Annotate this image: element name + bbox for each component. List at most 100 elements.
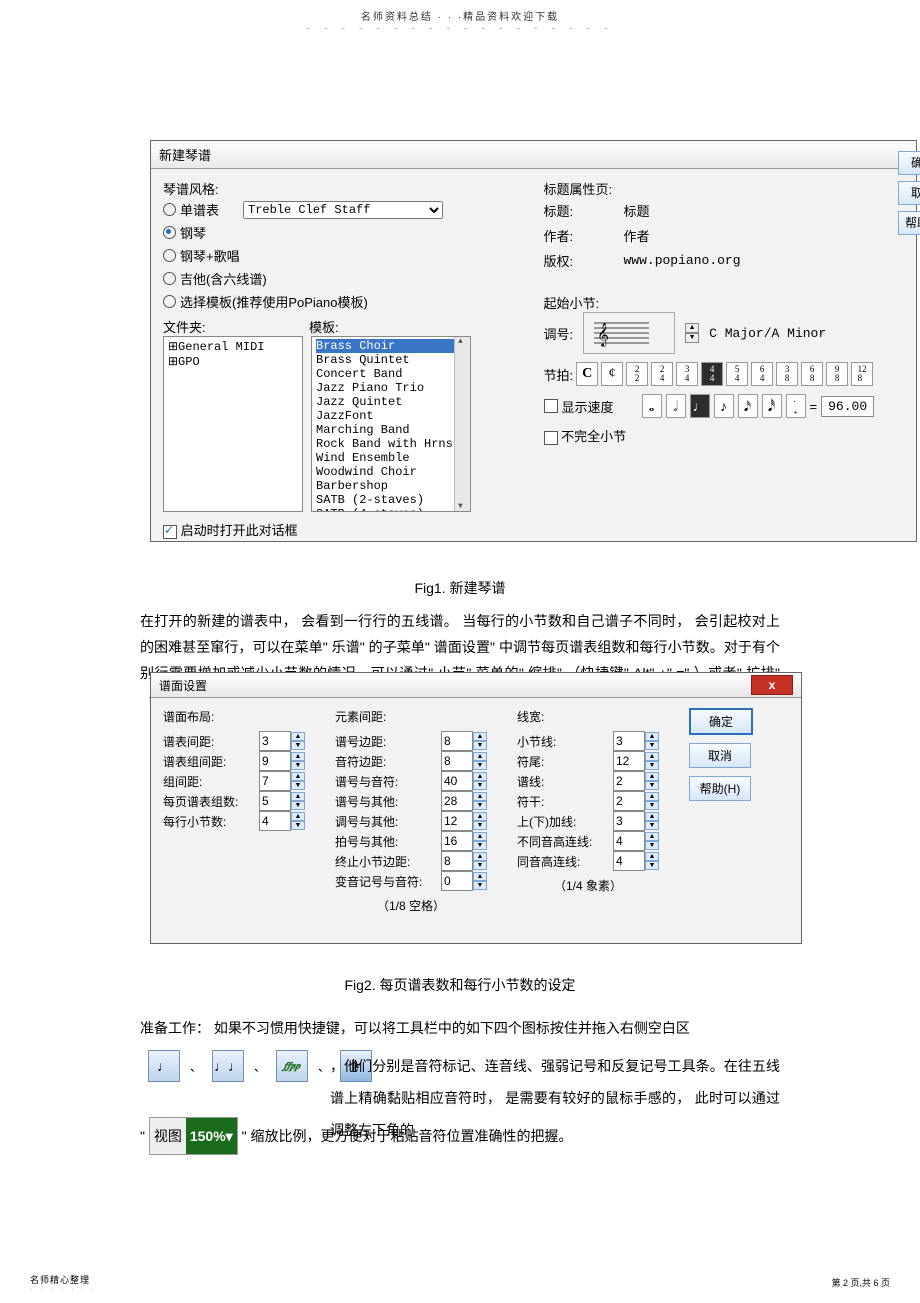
- up-icon[interactable]: ▲: [473, 852, 487, 861]
- down-icon[interactable]: ▼: [645, 861, 659, 870]
- up-icon[interactable]: ▲: [473, 752, 487, 761]
- down-icon[interactable]: ▼: [291, 801, 305, 810]
- up-icon[interactable]: ▲: [473, 872, 487, 881]
- spinner-input[interactable]: [613, 731, 645, 751]
- note-dot-icon[interactable]: ·₊: [786, 394, 806, 418]
- note-16th-icon[interactable]: 𝅘𝅥𝅯: [738, 394, 758, 418]
- down-icon[interactable]: ▼: [473, 781, 487, 790]
- slur-icon[interactable]: ♩♩: [212, 1050, 244, 1082]
- spinner[interactable]: ▲▼: [441, 731, 487, 751]
- down-icon[interactable]: ▼: [645, 781, 659, 790]
- help-button[interactable]: 帮助: [898, 211, 920, 235]
- folder-list[interactable]: ⊞General MIDI ⊞GPO: [163, 336, 303, 512]
- spinner-input[interactable]: [441, 831, 473, 851]
- spinner[interactable]: ▲▼: [259, 791, 305, 811]
- spinner[interactable]: ▲▼: [441, 791, 487, 811]
- tempo-value[interactable]: 96.00: [821, 396, 874, 417]
- pickup-checkbox[interactable]: [544, 431, 558, 445]
- up-icon[interactable]: ▲: [473, 792, 487, 801]
- spinner[interactable]: ▲▼: [259, 811, 305, 831]
- spinner[interactable]: ▲▼: [613, 791, 659, 811]
- up-icon[interactable]: ▲: [291, 732, 305, 741]
- spinner[interactable]: ▲▼: [441, 831, 487, 851]
- down-icon[interactable]: ▼: [645, 801, 659, 810]
- down-icon[interactable]: ▼: [645, 741, 659, 750]
- note-marker-icon[interactable]: ♩: [148, 1050, 180, 1082]
- timesig-3-8[interactable]: 38: [776, 362, 798, 386]
- list-item[interactable]: Marching Band: [316, 423, 466, 437]
- spinner[interactable]: ▲▼: [613, 831, 659, 851]
- dynamics-icon[interactable]: 𝆑𝆑𝆏𝆏: [276, 1050, 308, 1082]
- spinner-input[interactable]: [259, 731, 291, 751]
- spinner[interactable]: ▲▼: [441, 771, 487, 791]
- ok-button[interactable]: 确: [898, 151, 920, 175]
- list-item[interactable]: Rock Band with Hrns: [316, 437, 466, 451]
- radio-guitar[interactable]: 吉他(含六线谱): [163, 267, 524, 290]
- spinner-input[interactable]: [259, 771, 291, 791]
- list-item[interactable]: Jazz Piano Trio: [316, 381, 466, 395]
- list-item[interactable]: Woodwind Choir: [316, 465, 466, 479]
- list-item[interactable]: ⊞General MIDI: [168, 339, 298, 354]
- up-icon[interactable]: ▲: [291, 792, 305, 801]
- spinner[interactable]: ▲▼: [441, 851, 487, 871]
- spinner-input[interactable]: [441, 791, 473, 811]
- spinner-input[interactable]: [613, 811, 645, 831]
- down-icon[interactable]: ▼: [645, 841, 659, 850]
- spinner[interactable]: ▲▼: [259, 751, 305, 771]
- spinner-input[interactable]: [613, 771, 645, 791]
- spinner-input[interactable]: [441, 771, 473, 791]
- down-icon[interactable]: ▼: [645, 821, 659, 830]
- timesig-cut[interactable]: ¢: [601, 362, 623, 386]
- down-icon[interactable]: ▼: [473, 821, 487, 830]
- down-icon[interactable]: ▼: [473, 861, 487, 870]
- ok-button[interactable]: 确定: [689, 708, 753, 735]
- down-icon[interactable]: ▼: [685, 333, 699, 343]
- up-icon[interactable]: ▲: [645, 812, 659, 821]
- spinner-input[interactable]: [259, 751, 291, 771]
- timesig-5-4[interactable]: 54: [726, 362, 748, 386]
- list-item[interactable]: Wind Ensemble: [316, 451, 466, 465]
- spinner[interactable]: ▲▼: [259, 731, 305, 751]
- spinner-input[interactable]: [441, 811, 473, 831]
- up-icon[interactable]: ▲: [473, 832, 487, 841]
- spinner[interactable]: ▲▼: [613, 851, 659, 871]
- spinner[interactable]: ▲▼: [441, 811, 487, 831]
- down-icon[interactable]: ▼: [291, 761, 305, 770]
- radio-piano-vocal[interactable]: 钢琴+歌唱: [163, 244, 524, 267]
- timesig-2-4[interactable]: 24: [651, 362, 673, 386]
- note-half-icon[interactable]: 𝅗𝅥: [666, 394, 686, 418]
- list-item[interactable]: SATB (2-staves): [316, 493, 466, 507]
- timesig-6-8[interactable]: 68: [801, 362, 823, 386]
- note-32nd-icon[interactable]: 𝅘𝅥𝅰: [762, 394, 782, 418]
- zoom-percent[interactable]: 150%▾: [186, 1118, 237, 1154]
- cancel-button[interactable]: 取消: [689, 743, 751, 768]
- note-whole-icon[interactable]: 𝅝: [642, 394, 662, 418]
- down-icon[interactable]: ▼: [291, 821, 305, 830]
- list-item[interactable]: Brass Choir: [316, 339, 466, 353]
- list-item[interactable]: SATB (4-staves): [316, 507, 466, 512]
- radio-template[interactable]: 选择模板(推荐使用PoPiano模板): [163, 290, 524, 313]
- spinner-input[interactable]: [613, 751, 645, 771]
- cancel-button[interactable]: 取: [898, 181, 920, 205]
- up-icon[interactable]: ▲: [291, 752, 305, 761]
- spinner[interactable]: ▲▼: [441, 751, 487, 771]
- spinner-input[interactable]: [441, 871, 473, 891]
- up-icon[interactable]: ▲: [291, 772, 305, 781]
- down-icon[interactable]: ▼: [645, 761, 659, 770]
- note-quarter-icon[interactable]: ♩: [690, 394, 710, 418]
- spinner-input[interactable]: [441, 731, 473, 751]
- spinner-input[interactable]: [441, 851, 473, 871]
- spinner-input[interactable]: [613, 851, 645, 871]
- list-item[interactable]: Brass Quintet: [316, 353, 466, 367]
- up-icon[interactable]: ▲: [291, 812, 305, 821]
- key-stepper[interactable]: ▲▼: [685, 323, 699, 343]
- list-item[interactable]: JazzFont: [316, 409, 466, 423]
- spinner-input[interactable]: [613, 831, 645, 851]
- up-icon[interactable]: ▲: [473, 772, 487, 781]
- up-icon[interactable]: ▲: [645, 832, 659, 841]
- up-icon[interactable]: ▲: [645, 772, 659, 781]
- help-button[interactable]: 帮助(H): [689, 776, 751, 801]
- startup-checkbox[interactable]: [163, 525, 177, 539]
- down-icon[interactable]: ▼: [291, 741, 305, 750]
- timesig-3-4[interactable]: 34: [676, 362, 698, 386]
